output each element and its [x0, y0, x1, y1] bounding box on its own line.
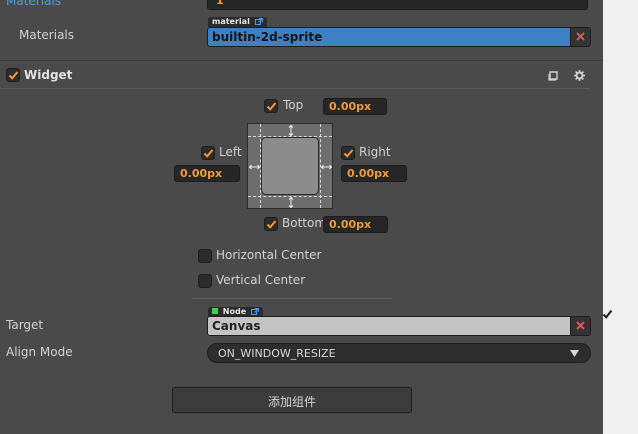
right-label: Right [359, 145, 391, 159]
left-checkbox[interactable] [201, 146, 215, 160]
prev-materials-label: Materials [6, 0, 62, 8]
horizontal-center-checkbox[interactable] [198, 249, 212, 263]
right-checkbox[interactable] [341, 146, 355, 160]
prev-materials-count-field[interactable]: 1 [207, 0, 588, 10]
target-node-value: Canvas [212, 319, 261, 333]
materials-label: Materials [19, 28, 75, 42]
widget-enabled-checkbox[interactable] [6, 68, 20, 82]
vertical-center-label: Vertical Center [216, 273, 306, 287]
horizontal-center-label: Horizontal Center [216, 248, 322, 262]
caret-down-icon [570, 350, 579, 357]
bottom-checkbox[interactable] [264, 217, 278, 231]
target-node-field[interactable]: Canvas [207, 316, 591, 336]
align-mode-value: ON_WINDOW_RESIZE [218, 347, 336, 360]
book-icon[interactable] [548, 71, 559, 81]
add-component-label: 添加组件 [267, 395, 316, 409]
material-asset-field[interactable]: builtin-2d-sprite [207, 27, 591, 47]
arrow-vertical-icon [288, 197, 294, 208]
check-icon [343, 149, 354, 158]
check-icon [266, 220, 277, 229]
widget-title: Widget [24, 68, 73, 82]
center-options-divider [192, 298, 392, 299]
material-type-tag-text: material [212, 17, 250, 26]
top-checkbox[interactable] [264, 99, 278, 113]
arrow-vertical-icon [288, 125, 294, 136]
widget-header-divider [0, 88, 590, 89]
right-offset-input[interactable]: 0.00px [341, 165, 407, 182]
vertical-center-checkbox[interactable] [198, 274, 212, 288]
material-asset-value: builtin-2d-sprite [212, 30, 323, 44]
add-component-button[interactable]: 添加组件 [172, 387, 412, 413]
arrow-horizontal-icon [321, 164, 332, 170]
check-icon [8, 71, 19, 80]
close-icon [576, 321, 585, 330]
material-type-tag: material [208, 17, 267, 27]
inspector-panel: Materials 1 Materials material builtin-2… [0, 0, 603, 434]
left-label: Left [219, 145, 242, 159]
alignment-preview [247, 123, 333, 209]
external-link-icon[interactable] [254, 18, 263, 25]
align-mode-label: Align Mode [6, 345, 73, 359]
gear-icon[interactable] [574, 70, 585, 81]
top-offset-input[interactable]: 0.00px [323, 98, 387, 115]
remove-material-button[interactable] [570, 28, 590, 46]
node-square-icon [212, 308, 218, 314]
target-type-tag-text: Node [222, 307, 247, 316]
prev-materials-count-value: 1 [216, 0, 224, 7]
alignment-preview-node [261, 137, 319, 195]
external-link-icon[interactable] [250, 308, 259, 315]
bottom-offset-input[interactable]: 0.00px [323, 216, 388, 233]
target-label: Target [6, 318, 44, 332]
check-icon [266, 102, 277, 111]
close-icon [576, 32, 585, 41]
check-icon [602, 309, 613, 319]
outer-window-margin [602, 0, 638, 434]
arrow-horizontal-icon [249, 164, 260, 170]
bottom-label: Bottom [282, 216, 327, 230]
check-icon [203, 149, 214, 158]
left-offset-input[interactable]: 0.00px [174, 165, 240, 182]
widget-header-top-divider [0, 60, 603, 61]
remove-target-button[interactable] [570, 317, 590, 335]
top-label: Top [283, 98, 304, 112]
align-mode-select[interactable]: ON_WINDOW_RESIZE [207, 343, 591, 363]
